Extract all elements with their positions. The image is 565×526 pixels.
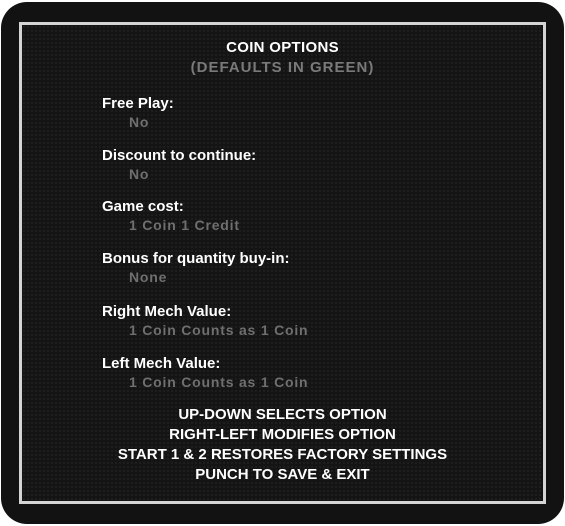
option-value[interactable]: No <box>129 165 256 183</box>
option-label: Game cost: <box>102 198 184 215</box>
option-bonus-quantity-buy-in[interactable]: Bonus for quantity buy-in: None <box>102 250 289 286</box>
instruction-select: UP-DOWN SELECTS OPTION <box>178 406 387 423</box>
instruction-save-exit: PUNCH TO SAVE & EXIT <box>195 466 370 483</box>
option-value[interactable]: 1 Coin 1 Credit <box>129 216 240 234</box>
option-left-mech-value[interactable]: Left Mech Value: 1 Coin Counts as 1 Coin <box>102 355 308 391</box>
option-label: Bonus for quantity buy-in: <box>102 250 290 267</box>
option-free-play[interactable]: Free Play: No <box>102 95 174 131</box>
option-label: Right Mech Value: <box>102 303 232 320</box>
option-value[interactable]: No <box>129 113 174 131</box>
instructions-block: UP-DOWN SELECTS OPTION RIGHT-LEFT MODIFI… <box>22 405 543 485</box>
page-subtitle: (DEFAULTS IN GREEN) <box>190 59 375 76</box>
page-title: COIN OPTIONS <box>226 39 339 56</box>
option-label: Left Mech Value: <box>102 355 221 372</box>
option-game-cost[interactable]: Game cost: 1 Coin 1 Credit <box>102 198 240 234</box>
instruction-modify: RIGHT-LEFT MODIFIES OPTION <box>169 426 396 443</box>
instruction-restore: START 1 & 2 RESTORES FACTORY SETTINGS <box>117 446 448 463</box>
option-right-mech-value[interactable]: Right Mech Value: 1 Coin Counts as 1 Coi… <box>102 303 308 339</box>
option-value[interactable]: 1 Coin Counts as 1 Coin <box>129 321 308 339</box>
option-label: Free Play: <box>102 95 174 112</box>
option-discount-to-continue[interactable]: Discount to continue: No <box>102 147 256 183</box>
option-value[interactable]: None <box>129 268 289 286</box>
option-value[interactable]: 1 Coin Counts as 1 Coin <box>129 373 308 391</box>
monitor-screen: COIN OPTIONS (DEFAULTS IN GREEN) Free Pl… <box>1 2 564 524</box>
option-label: Discount to continue: <box>102 147 257 164</box>
options-panel: COIN OPTIONS (DEFAULTS IN GREEN) Free Pl… <box>19 22 546 504</box>
